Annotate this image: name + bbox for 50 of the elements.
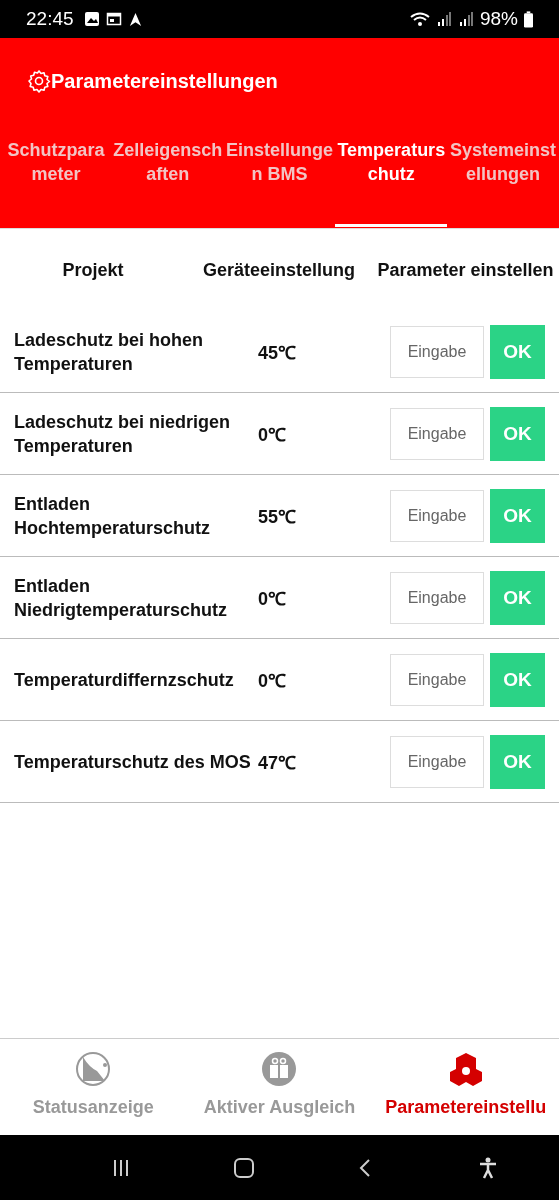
column-header: Projekt — [61, 259, 125, 281]
signal-icon — [457, 11, 474, 27]
calendar-icon — [105, 11, 122, 27]
ok-button[interactable]: OK — [490, 406, 545, 461]
input-field[interactable]: Eingabe — [390, 653, 484, 706]
signal-icon — [435, 11, 452, 27]
ok-button[interactable]: OK — [490, 734, 545, 789]
home-icon[interactable] — [232, 1156, 255, 1179]
parameter-value: 45℃ — [258, 341, 298, 364]
clock-time: 22:45 — [26, 8, 74, 30]
accessibility-icon[interactable] — [478, 1156, 499, 1179]
parameter-value: 0℃ — [258, 587, 287, 610]
parameter-name: Temperaturschutz des MOS — [14, 750, 252, 774]
column-header: Parameter einstellen — [376, 259, 555, 281]
parameter-value: 47℃ — [258, 751, 298, 774]
tab[interactable]: Systemeinstellungen — [447, 124, 559, 227]
input-field[interactable]: Eingabe — [390, 325, 484, 378]
ok-button[interactable]: OK — [490, 570, 545, 625]
parameter-name: Entladen Niedrigtemperaturschutz — [14, 574, 229, 622]
nav-item[interactable]: Aktiver Ausgleich — [186, 1039, 373, 1135]
ok-button[interactable]: OK — [490, 488, 545, 543]
ok-button[interactable]: OK — [490, 652, 545, 707]
parameter-name: Ladeschutz bei hohen Temperaturen — [14, 328, 205, 376]
nav-item[interactable]: Parametereinstellu — [372, 1039, 559, 1135]
tab[interactable]: Einstellungen BMS — [223, 124, 336, 227]
column-header: Geräteeinstellung — [201, 259, 356, 281]
parameter-value: 0℃ — [258, 669, 287, 692]
parameter-name: Entladen Hochtemperaturschutz — [14, 492, 212, 540]
parameter-name: Ladeschutz bei niedrigen Temperaturen — [14, 410, 232, 458]
parameter-value: 0℃ — [258, 423, 287, 446]
gift-icon — [261, 1051, 298, 1087]
cubes-icon — [447, 1051, 484, 1087]
input-field[interactable]: Eingabe — [390, 489, 484, 542]
navigation-icon — [127, 11, 143, 27]
input-field[interactable]: Eingabe — [390, 571, 484, 624]
tab[interactable]: Temperaturschutz — [335, 124, 448, 227]
battery-level: 98% — [479, 8, 518, 30]
settings-icon — [27, 69, 51, 93]
page-title: Parametereinstellungen — [51, 69, 278, 93]
tab[interactable]: Zelleigenschaften — [111, 124, 224, 227]
nav-item[interactable]: Statusanzeige — [0, 1039, 187, 1135]
parameter-value: 55℃ — [258, 505, 298, 528]
parameter-name: Temperaturdiffernzschutz — [14, 668, 235, 692]
image-icon — [83, 11, 100, 27]
input-field[interactable]: Eingabe — [390, 735, 484, 788]
input-field[interactable]: Eingabe — [390, 407, 484, 460]
battery-icon — [524, 10, 533, 28]
tab[interactable]: Schutzparameter — [0, 124, 112, 227]
wifi-icon — [409, 11, 430, 27]
ok-button[interactable]: OK — [490, 324, 545, 379]
